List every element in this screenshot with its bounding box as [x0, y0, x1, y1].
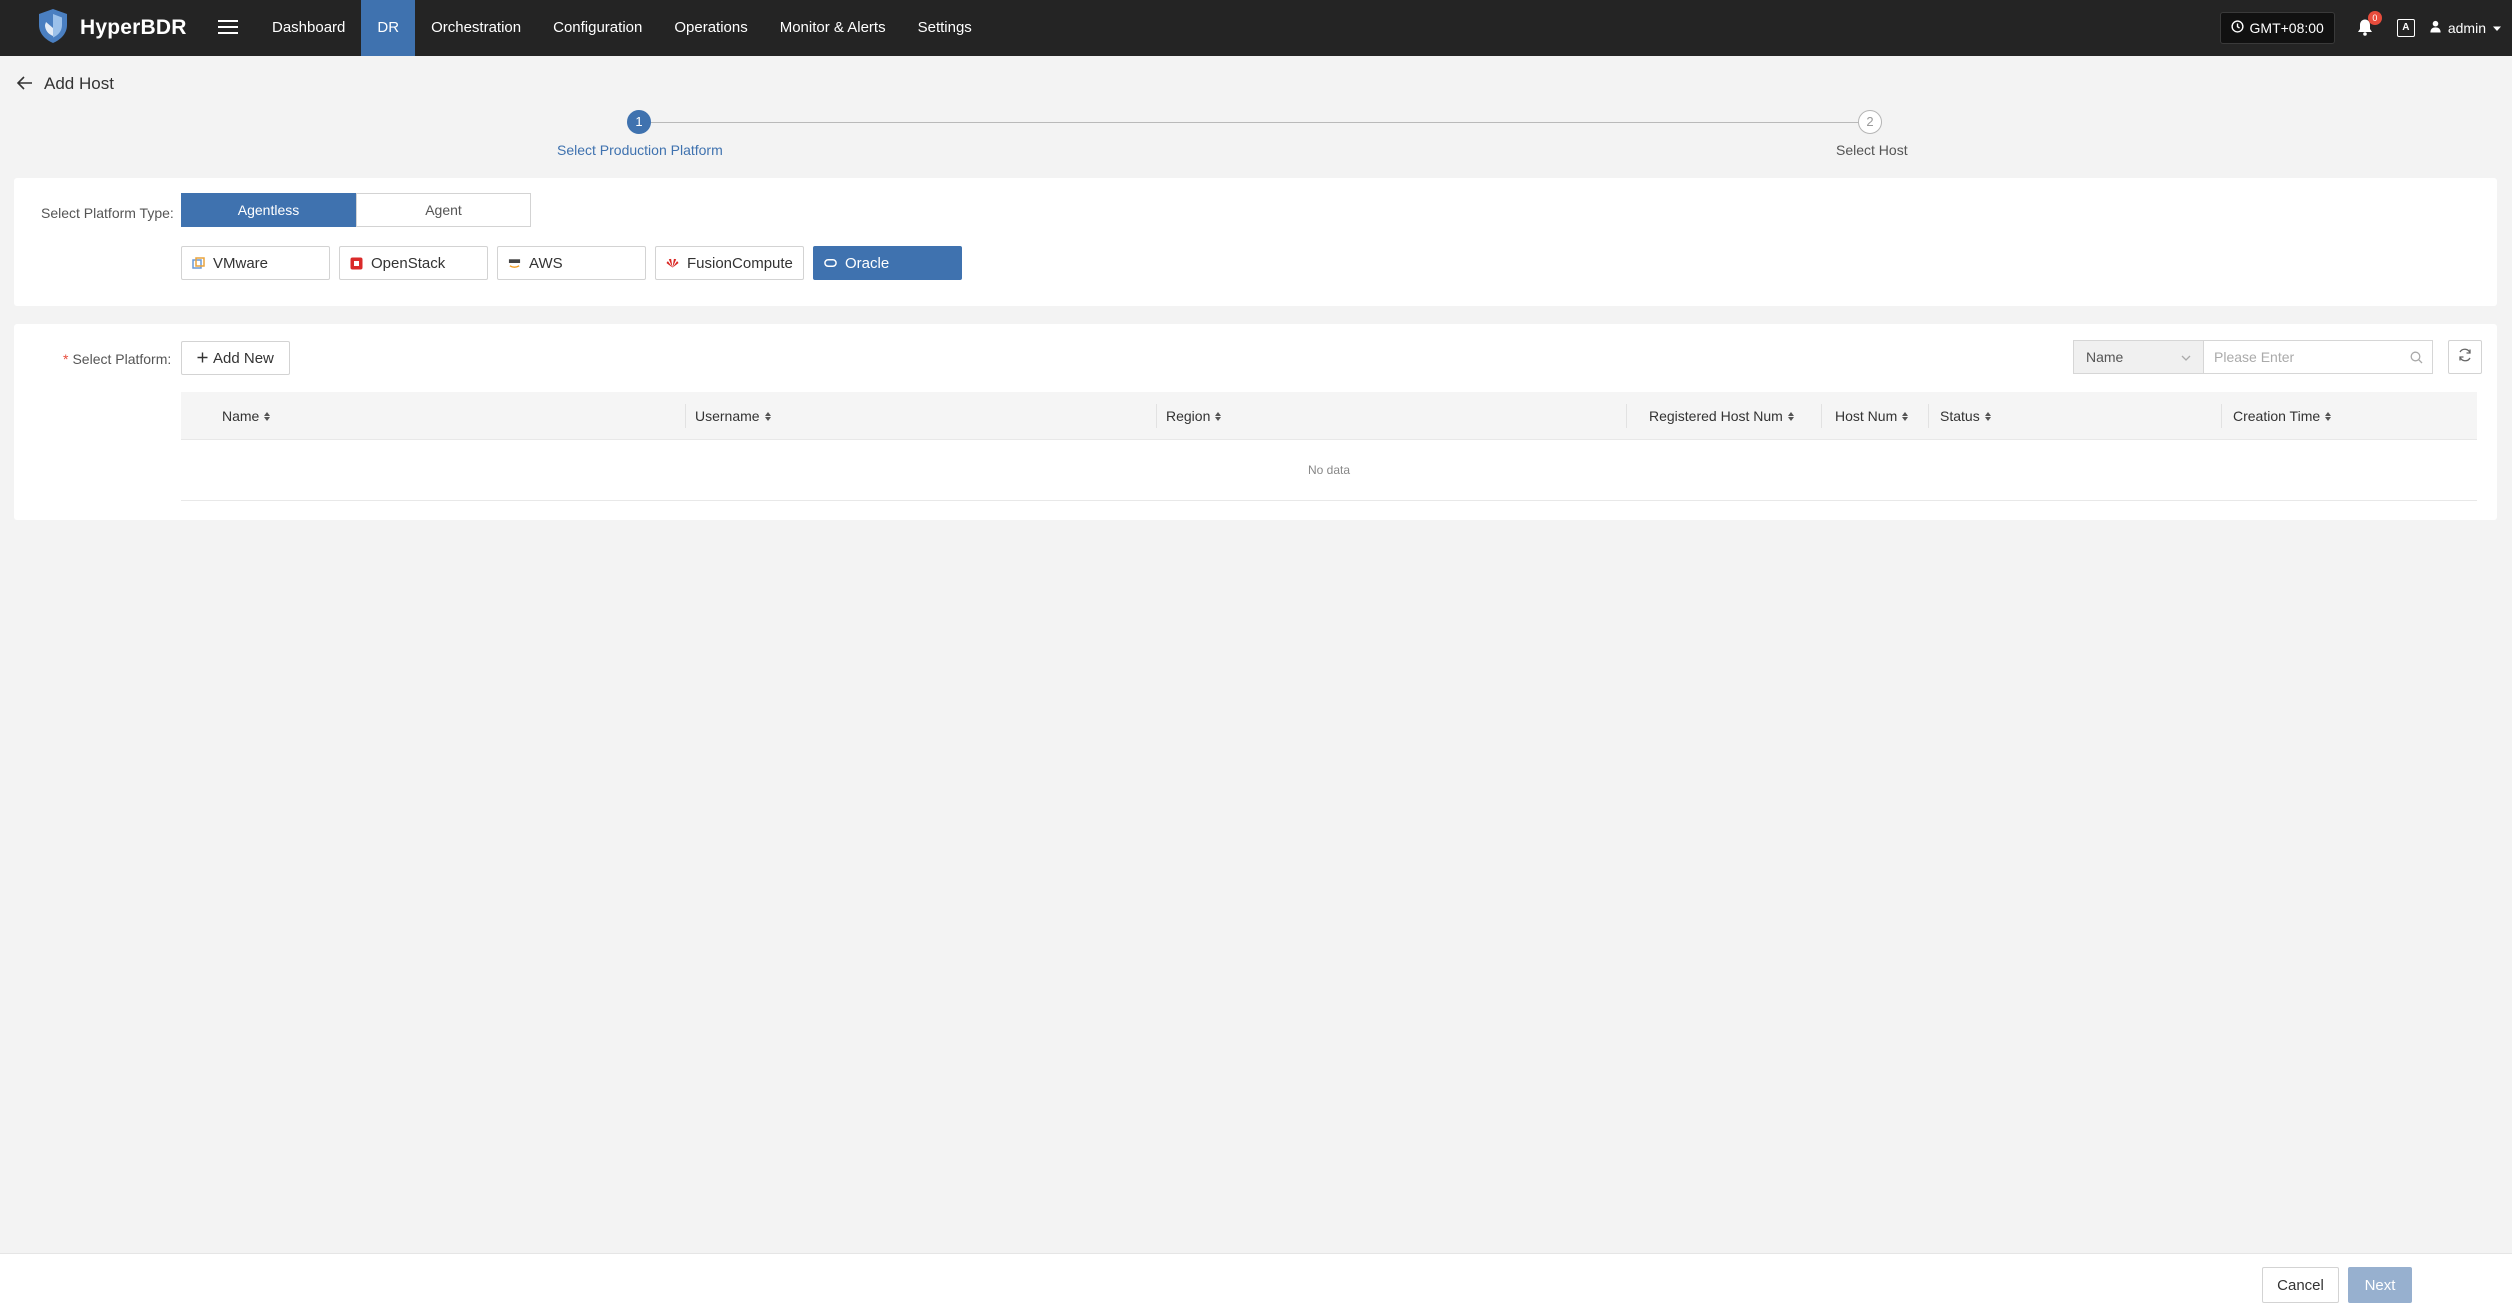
- select-platform-card: *Select Platform: Add New Name Name U: [14, 324, 2497, 520]
- menu-toggle-icon[interactable]: [216, 16, 240, 40]
- refresh-icon: [2457, 347, 2473, 367]
- page-title: Add Host: [44, 74, 114, 93]
- nav-operations[interactable]: Operations: [658, 0, 763, 56]
- username: admin: [2447, 20, 2486, 36]
- sort-icon: [764, 411, 771, 421]
- wizard-steps: 1 Select Production Platform 2 Select Ho…: [0, 108, 2512, 164]
- notification-bell[interactable]: 0: [2355, 11, 2382, 41]
- language-icon[interactable]: A: [2396, 19, 2415, 37]
- huawei-icon: [666, 257, 679, 270]
- brand-name: HyperBDR: [80, 16, 187, 39]
- step-1-indicator: 1: [627, 110, 651, 134]
- step-2-indicator: 2: [1858, 110, 1882, 134]
- chevron-down-icon: [2181, 349, 2191, 365]
- select-platform-label: * Select Platform:: [63, 351, 172, 367]
- platform-fusioncompute[interactable]: FusionCompute: [655, 246, 804, 280]
- step-connector: [648, 122, 1870, 123]
- platform-table: Name Username Region Registered Host Num…: [181, 392, 2477, 501]
- column-header-name[interactable]: Name: [222, 392, 271, 440]
- platform-oracle[interactable]: Oracle: [813, 246, 962, 280]
- nav-configuration[interactable]: Configuration: [537, 0, 658, 56]
- oracle-icon: [824, 257, 837, 270]
- column-header-region[interactable]: Region: [1166, 392, 1222, 440]
- aws-icon: [508, 257, 521, 270]
- search-icon[interactable]: [2410, 351, 2423, 368]
- nav-settings[interactable]: Settings: [902, 0, 988, 56]
- cancel-button[interactable]: Cancel: [2262, 1267, 2339, 1303]
- empty-state: No data: [181, 440, 2477, 501]
- vmware-icon: [192, 256, 205, 270]
- next-button[interactable]: Next: [2348, 1267, 2412, 1303]
- column-divider: [1821, 404, 1822, 428]
- agentless-option[interactable]: Agentless: [181, 193, 356, 227]
- user-menu[interactable]: admin: [2429, 20, 2502, 36]
- brand[interactable]: HyperBDR: [36, 8, 187, 48]
- caret-down-icon: [2492, 20, 2502, 36]
- nav-dr[interactable]: DR: [361, 0, 416, 56]
- sort-icon: [1984, 411, 1991, 421]
- column-divider: [1626, 404, 1627, 428]
- platform-label: OpenStack: [371, 254, 446, 272]
- search-field-select[interactable]: Name: [2073, 340, 2204, 374]
- sort-icon: [1215, 411, 1222, 421]
- step-2-label: Select Host: [1836, 142, 1908, 158]
- platform-type-card: Select Platform Type: Agentless Agent VM…: [14, 178, 2497, 306]
- platform-aws[interactable]: AWS: [497, 246, 646, 280]
- platform-vmware[interactable]: VMware: [181, 246, 330, 280]
- platform-label: FusionCompute: [687, 254, 793, 272]
- nav-monitor-alerts[interactable]: Monitor & Alerts: [764, 0, 902, 56]
- agent-option[interactable]: Agent: [356, 193, 531, 227]
- sort-icon: [264, 411, 271, 421]
- bell-icon: [2355, 19, 2375, 41]
- search-input-wrap: [2204, 340, 2433, 374]
- platform-openstack[interactable]: OpenStack: [339, 246, 488, 280]
- back-arrow-icon[interactable]: [16, 75, 34, 93]
- platform-type-label: Select Platform Type:: [41, 205, 174, 221]
- search-bar: Name: [2073, 340, 2433, 374]
- nav-orchestration[interactable]: Orchestration: [415, 0, 537, 56]
- nav-dashboard[interactable]: Dashboard: [256, 0, 361, 56]
- column-header-status[interactable]: Status: [1940, 392, 1991, 440]
- timezone-badge[interactable]: GMT+08:00: [2219, 12, 2335, 44]
- search-field-value: Name: [2086, 349, 2124, 365]
- plus-icon: [197, 350, 208, 367]
- sort-icon: [2325, 411, 2332, 421]
- clock-icon: [2230, 20, 2244, 36]
- top-navbar: HyperBDR Dashboard DR Orchestration Conf…: [0, 0, 2512, 56]
- platform-list: VMware OpenStack AWS FusionCompute Oracl…: [181, 246, 962, 280]
- column-header-host-num[interactable]: Host Num: [1835, 392, 1909, 440]
- sort-icon: [1787, 411, 1794, 421]
- search-input[interactable]: [2214, 349, 2394, 365]
- column-divider: [2221, 404, 2222, 428]
- platform-label: Oracle: [845, 254, 890, 272]
- platform-type-toggle: Agentless Agent: [181, 193, 531, 227]
- step-1-label: Select Production Platform: [557, 142, 723, 158]
- sort-icon: [1902, 411, 1909, 421]
- topbar-right: GMT+08:00 0 A admin: [2219, 0, 2502, 56]
- main-nav: Dashboard DR Orchestration Configuration…: [256, 0, 988, 56]
- column-header-creation-time[interactable]: Creation Time: [2233, 392, 2332, 440]
- user-icon: [2429, 20, 2442, 36]
- table-header: Name Username Region Registered Host Num…: [181, 392, 2477, 440]
- column-divider: [1928, 404, 1929, 428]
- logo-icon: [36, 8, 70, 48]
- column-header-username[interactable]: Username: [695, 392, 771, 440]
- timezone-text: GMT+08:00: [2249, 20, 2324, 36]
- footer-bar: Cancel Next: [0, 1253, 2512, 1314]
- platform-label: VMware: [213, 254, 269, 272]
- column-divider: [1156, 404, 1157, 428]
- openstack-icon: [350, 257, 363, 270]
- notification-count-badge: 0: [2367, 11, 2382, 25]
- add-new-button[interactable]: Add New: [181, 341, 290, 375]
- add-new-label: Add New: [213, 349, 274, 367]
- platform-label: AWS: [529, 254, 563, 272]
- column-header-registered-host-num[interactable]: Registered Host Num: [1649, 392, 1794, 440]
- page-header: Add Host: [16, 72, 114, 96]
- refresh-button[interactable]: [2448, 340, 2482, 374]
- column-divider: [685, 404, 686, 428]
